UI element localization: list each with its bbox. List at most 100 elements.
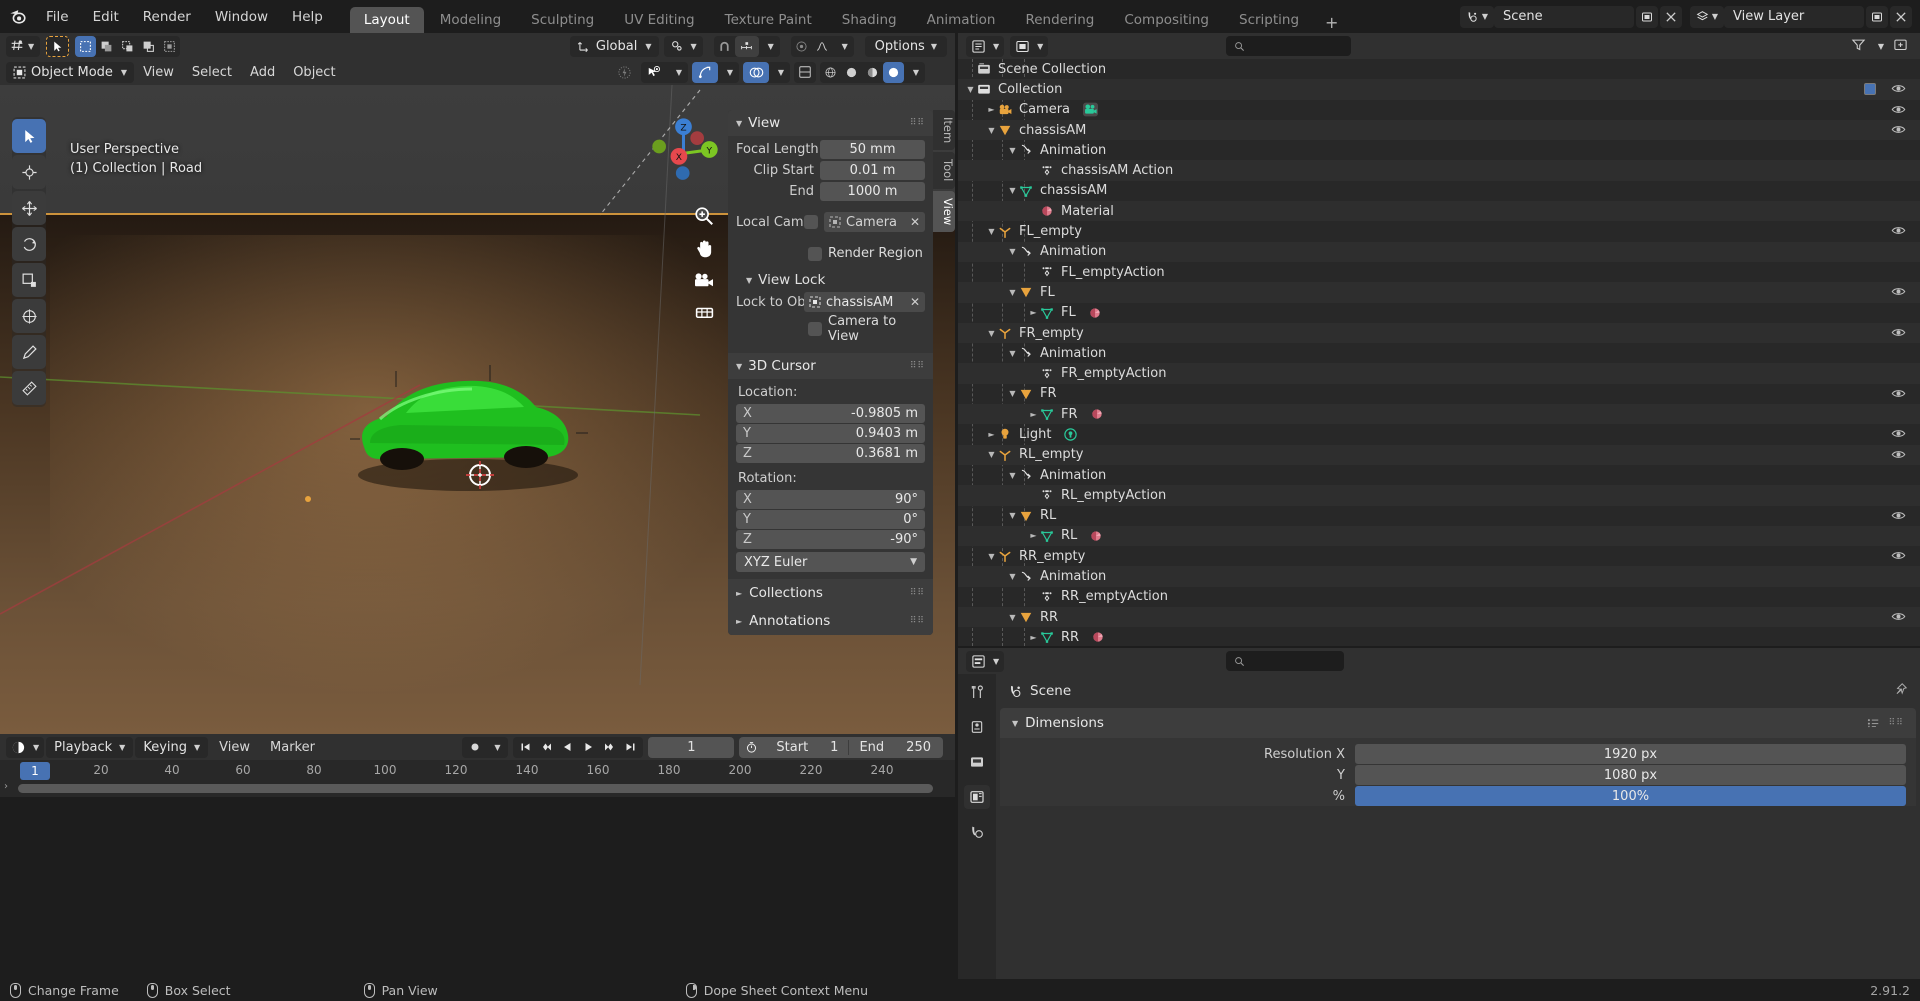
outliner-row-container[interactable]: Scene Collection ▼ Collection ► Camera ▼ chass… (958, 59, 1920, 646)
zoom-icon[interactable] (691, 203, 717, 229)
visibility-eye-icon[interactable] (1891, 103, 1906, 120)
expand-toggle-icon[interactable]: ► (1027, 410, 1040, 419)
expand-toggle-icon[interactable]: ► (1027, 633, 1040, 642)
end-frame-field[interactable]: End 250 (848, 739, 941, 755)
outliner-row-rl-empty[interactable]: ▼ RL_empty (958, 444, 1920, 465)
expand-toggle-icon[interactable]: ▼ (1006, 146, 1019, 155)
collections-panel-header[interactable]: ► Collections ⠿⠿ (728, 579, 933, 607)
remove-scene-x-icon[interactable] (1660, 5, 1682, 28)
scene-tab-icon[interactable] (964, 820, 990, 844)
visibility-eye-icon[interactable] (1891, 509, 1906, 526)
resolution-percent-field[interactable]: 100% (1355, 786, 1906, 806)
cursor-panel-collapse-icon[interactable]: ▼ (736, 362, 742, 371)
dimensions-collapse-icon[interactable]: ▼ (1012, 719, 1018, 728)
tab-sculpting[interactable]: Sculpting (517, 7, 608, 33)
current-frame-field[interactable]: 1 (648, 736, 735, 758)
outliner-tree[interactable]: Scene Collection ▼ Collection ► Camera ▼ chass… (958, 59, 1920, 646)
outliner-row-animation[interactable]: ▼ Animation (958, 343, 1920, 363)
properties-editor[interactable]: ▼ Scene ▼ Dimensions ⠿⠿ Resolution X 192… (958, 648, 1920, 979)
menu-file[interactable]: File (34, 6, 81, 28)
overlays-dropdown-arrow[interactable]: ▼ (769, 62, 790, 83)
cursor-location-x-field[interactable]: X -0.9805 m (736, 404, 925, 423)
select-invert-icon[interactable] (138, 36, 159, 57)
snap-target-icon[interactable] (734, 35, 759, 57)
timeline-menu-playback[interactable]: Playback ▼ (46, 736, 134, 758)
viewlayer-tab-icon[interactable] (964, 785, 990, 809)
outliner-editor-type-selector[interactable]: ▼ (966, 35, 1005, 57)
frame-range-group[interactable]: Start 1 End 250 (739, 736, 943, 758)
outliner-row-animation[interactable]: ▼ Animation (958, 566, 1920, 587)
menu-window[interactable]: Window (203, 6, 280, 28)
gizmo-selector[interactable]: ▼ (692, 61, 739, 83)
overlays-icon[interactable] (743, 61, 769, 83)
cursor-rotation-x-field[interactable]: X 90° (736, 490, 925, 509)
dimensions-panel-header[interactable]: ▼ Dimensions ⠿⠿ (1000, 708, 1916, 738)
menu-render[interactable]: Render (131, 6, 203, 28)
properties-editor-type-selector[interactable]: ▼ (966, 650, 1005, 672)
tab-tool[interactable]: Tool (933, 152, 955, 189)
visibility-eye-icon[interactable] (1891, 387, 1906, 404)
select-intersect-icon[interactable] (159, 36, 180, 57)
outliner-row-fl-emptyaction[interactable]: FL_emptyAction (958, 262, 1920, 282)
outliner-new-collection-icon[interactable] (1893, 37, 1908, 56)
annotate-tool-icon[interactable] (12, 335, 46, 369)
expand-toggle-icon[interactable]: ▼ (1006, 349, 1019, 358)
cursor-rotation-z-field[interactable]: Z -90° (736, 530, 925, 549)
solid-shading-icon[interactable] (841, 62, 862, 83)
outliner-row-rl[interactable]: ▼ RL (958, 506, 1920, 526)
start-frame-field[interactable]: Start 1 (762, 740, 848, 755)
select-box-tool-icon[interactable] (12, 119, 46, 153)
car-model[interactable] (340, 335, 600, 505)
pin-icon[interactable] (1894, 682, 1908, 700)
render-tab-icon[interactable] (964, 715, 990, 739)
tab-texture-paint[interactable]: Texture Paint (711, 7, 826, 33)
expand-toggle-icon[interactable]: ▼ (1006, 389, 1019, 398)
local-camera-field[interactable]: Camera ✕ (824, 212, 925, 232)
visibility-eye-icon[interactable] (1891, 326, 1906, 343)
timeline-menu-keying[interactable]: Keying ▼ (135, 736, 209, 758)
visibility-dropdown-arrow[interactable]: ▼ (667, 62, 688, 83)
scene-name-field[interactable]: Scene (1494, 5, 1634, 28)
outliner-row-fr-empty[interactable]: ▼ FR_empty (958, 322, 1920, 344)
select-extend-icon[interactable] (96, 36, 117, 57)
outliner-row-chassisam-action[interactable]: chassisAM Action (958, 160, 1920, 181)
tab-modeling[interactable]: Modeling (426, 7, 515, 33)
visibility-eye-icon[interactable] (1891, 610, 1906, 627)
expand-toggle-icon[interactable]: ► (1027, 308, 1040, 317)
cursor-location-z-field[interactable]: Z 0.3681 m (736, 444, 925, 463)
viewport-menu-add[interactable]: Add (241, 63, 284, 82)
outliner-row-fr[interactable]: ▼ FR (958, 384, 1920, 404)
outliner-row-camera[interactable]: ► Camera (958, 100, 1920, 120)
cursor-panel-header[interactable]: ▼ 3D Cursor ⠿⠿ (728, 353, 933, 379)
viewport-3d[interactable]: ▼ Global ▼ ▼ ▼ ▼ Options ▼ Object Mode ▼… (0, 33, 955, 734)
outliner-row-fl[interactable]: ▼ FL (958, 282, 1920, 303)
tab-layout[interactable]: Layout (349, 7, 424, 33)
visibility-selector[interactable]: ▼ (641, 61, 688, 83)
resolution-x-field[interactable]: 1920 px (1355, 744, 1906, 764)
light-data-icon[interactable] (1063, 427, 1078, 442)
timeline-expand-icon[interactable]: › (4, 781, 8, 792)
play-reverse-icon[interactable] (557, 737, 578, 758)
output-tab-icon[interactable] (964, 750, 990, 774)
jump-to-end-icon[interactable] (620, 737, 641, 758)
expand-toggle-icon[interactable]: ► (1027, 531, 1040, 540)
timeline-menu-marker[interactable]: Marker (261, 738, 324, 757)
transform-orientation-selector[interactable]: Global ▼ (569, 35, 659, 57)
tab-item[interactable]: Item (933, 110, 955, 151)
cursor-location-y-field[interactable]: Y 0.9403 m (736, 424, 925, 443)
viewport-menu-view[interactable]: View (134, 63, 183, 82)
outliner-row-rr-emptyaction[interactable]: RR_emptyAction (958, 587, 1920, 607)
expand-toggle-icon[interactable]: ▼ (1006, 511, 1019, 520)
expand-toggle-icon[interactable]: ► (985, 105, 998, 114)
visibility-eye-icon[interactable] (1891, 285, 1906, 302)
visibility-eye-icon[interactable] (1891, 549, 1906, 566)
wireframe-shading-icon[interactable] (820, 62, 841, 83)
clip-end-field[interactable]: 1000 m (820, 182, 925, 201)
material-preview-icon[interactable] (862, 62, 883, 83)
select-mode-group[interactable] (75, 35, 181, 57)
outliner-filter-dropdown-arrow[interactable]: ▼ (1878, 42, 1884, 51)
transport-controls[interactable] (513, 736, 644, 758)
snap-dropdown-arrow[interactable]: ▼ (759, 36, 780, 57)
expand-toggle-icon[interactable]: ▼ (1006, 186, 1019, 195)
outliner-editor[interactable]: ▼ ▼ ▼ Scene Collection ▼ Collection ► Ca… (958, 33, 1920, 646)
